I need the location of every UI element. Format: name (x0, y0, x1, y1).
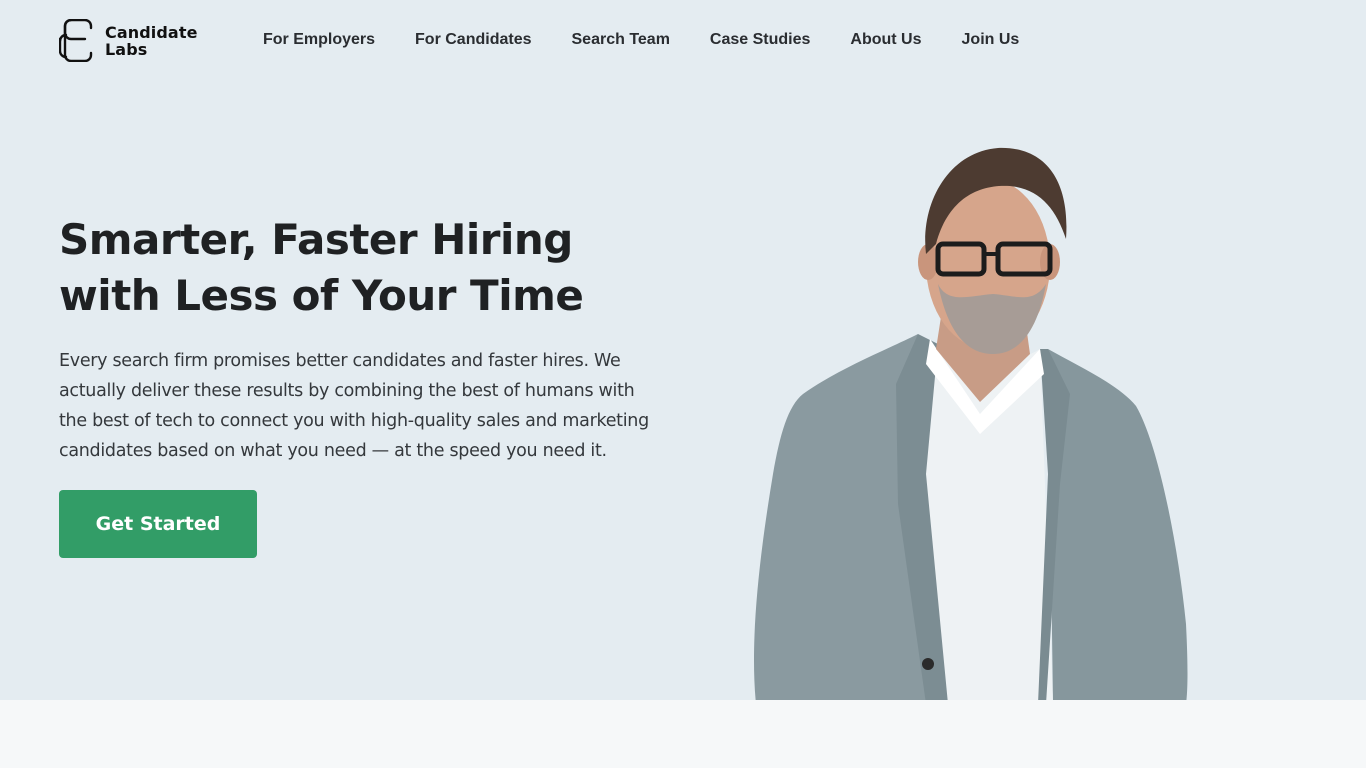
nav-item-case-studies[interactable]: Case Studies (710, 29, 810, 51)
nav-item-join-us[interactable]: Join Us (962, 29, 1020, 51)
hero-description: Every search firm promises better candid… (59, 351, 649, 461)
nav-item-for-candidates[interactable]: For Candidates (415, 29, 531, 51)
portrait-jacket-button (922, 658, 934, 670)
hero-portrait-image (754, 147, 1188, 700)
portrait-shirt (926, 342, 1053, 700)
brand-name-line2: Labs (105, 39, 148, 59)
c-monogram-icon (59, 19, 93, 62)
hero-section: Candidate Labs For Employers For Candida… (0, 0, 1366, 700)
nav-item-search-team[interactable]: Search Team (572, 29, 670, 51)
main-nav: For Employers For Candidates Search Team… (263, 29, 1059, 51)
hero-headline-line1: Smarter, Faster Hiring (59, 215, 573, 264)
nav-item-for-employers[interactable]: For Employers (263, 29, 375, 51)
hero-headline-line2: with Less of Your Time (59, 271, 584, 320)
brand-logo[interactable]: Candidate Labs (59, 19, 198, 62)
get-started-button[interactable]: Get Started (59, 490, 257, 558)
nav-item-about-us[interactable]: About Us (850, 29, 921, 51)
next-section (0, 700, 1366, 768)
hero-headline: Smarter, Faster Hiring with Less of Your… (59, 212, 679, 324)
brand-name: Candidate Labs (105, 24, 198, 58)
